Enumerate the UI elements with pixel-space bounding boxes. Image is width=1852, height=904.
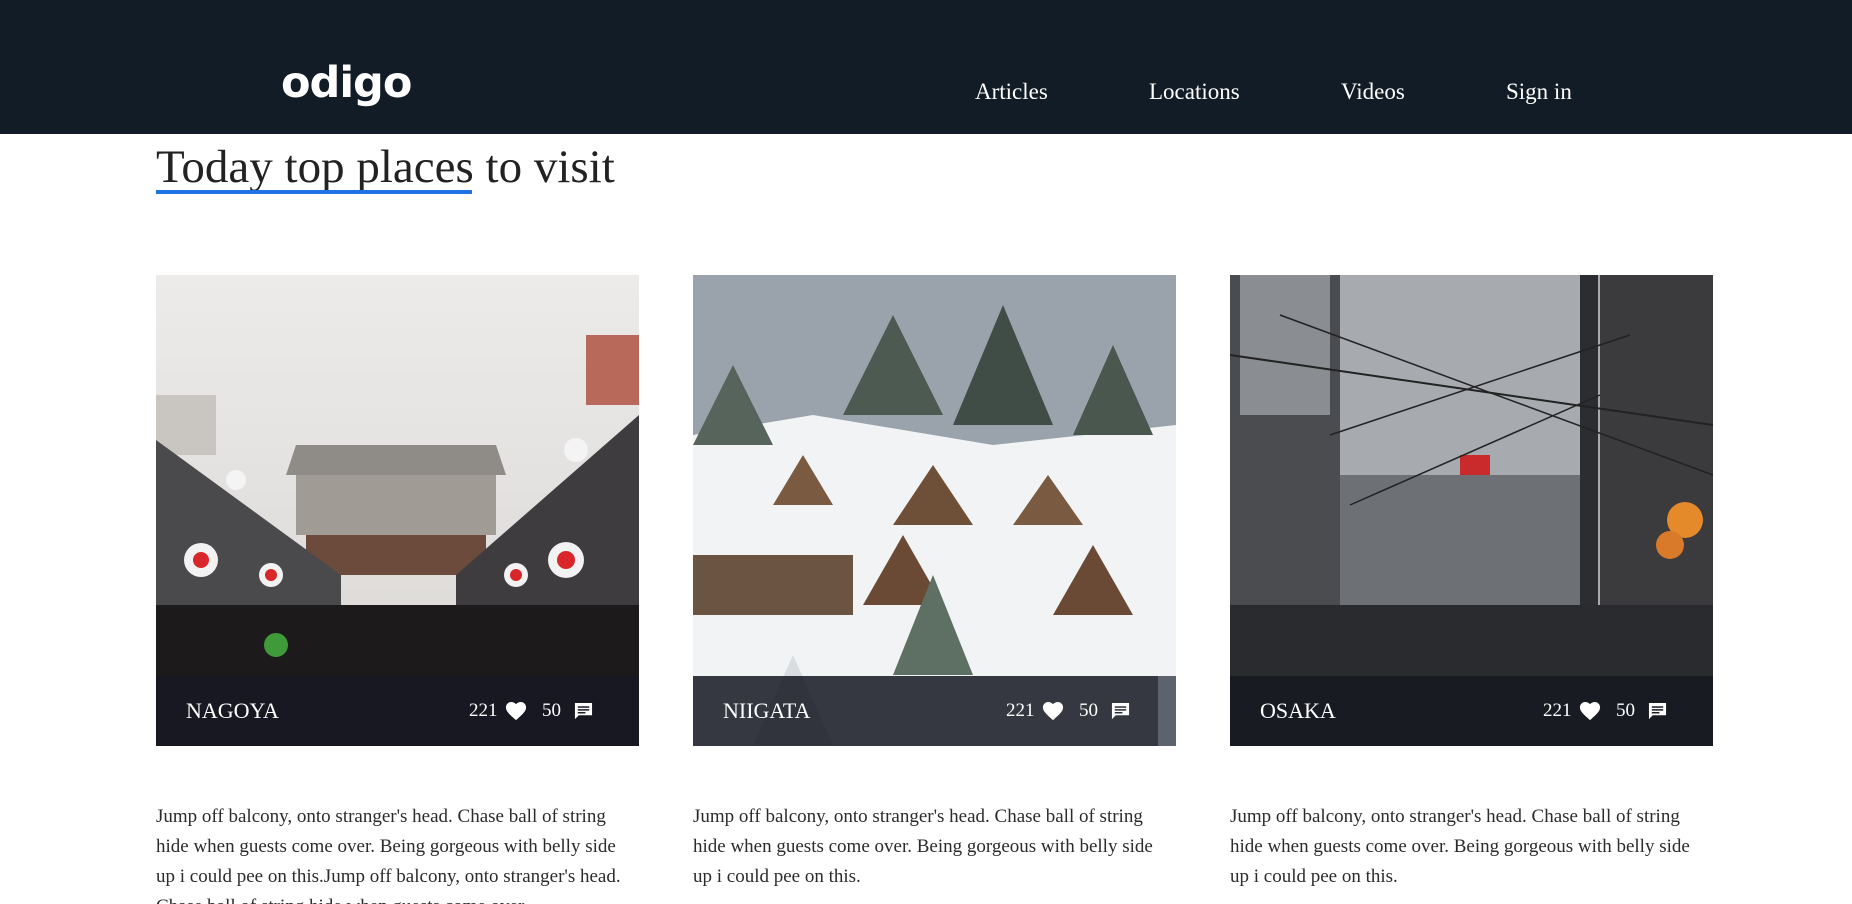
nav-link-articles[interactable]: Articles <box>975 80 1048 103</box>
place-card-osaka[interactable]: OSAKA 221 50 <box>1230 275 1713 746</box>
comments-count: 50 <box>1616 700 1635 721</box>
heart-icon[interactable] <box>505 700 527 721</box>
comment-icon[interactable] <box>1111 702 1130 721</box>
card-info-bar: NIIGATA 221 50 <box>693 676 1176 746</box>
card-description-nagoya: Jump off balcony, onto stranger's head. … <box>156 806 621 904</box>
card-info-bar: NAGOYA 221 50 <box>156 676 639 746</box>
card-description-osaka: Jump off balcony, onto stranger's head. … <box>1230 806 1690 887</box>
nav-link-locations[interactable]: Locations <box>1149 80 1240 103</box>
heart-icon[interactable] <box>1579 700 1601 721</box>
heart-icon[interactable] <box>1042 700 1064 721</box>
overflow-strip <box>1158 676 1176 746</box>
section-title-underline <box>156 190 472 194</box>
nav-link-videos[interactable]: Videos <box>1341 80 1405 103</box>
likes-count: 221 <box>469 700 498 721</box>
card-city-name[interactable]: NIIGATA <box>723 676 810 746</box>
place-card-niigata[interactable]: NIIGATA 221 50 <box>693 275 1176 746</box>
comments-count: 50 <box>1079 700 1098 721</box>
likes-count: 221 <box>1543 700 1572 721</box>
likes-count: 221 <box>1006 700 1035 721</box>
card-description-niigata: Jump off balcony, onto stranger's head. … <box>693 806 1153 887</box>
nav-link-sign-in[interactable]: Sign in <box>1506 80 1572 103</box>
card-city-name[interactable]: NAGOYA <box>186 676 279 746</box>
card-city-name[interactable]: OSAKA <box>1260 676 1336 746</box>
place-card-nagoya[interactable]: NAGOYA 221 50 <box>156 275 639 746</box>
comments-count: 50 <box>542 700 561 721</box>
top-navigation-bar: odigo Articles Locations Videos Sign in <box>0 0 1852 134</box>
comment-icon[interactable] <box>574 702 593 721</box>
section-title: Today top places to visit <box>156 141 615 193</box>
card-info-bar: OSAKA 221 50 <box>1230 676 1713 746</box>
comment-icon[interactable] <box>1648 702 1667 721</box>
odigo-logo[interactable]: odigo <box>281 62 412 105</box>
